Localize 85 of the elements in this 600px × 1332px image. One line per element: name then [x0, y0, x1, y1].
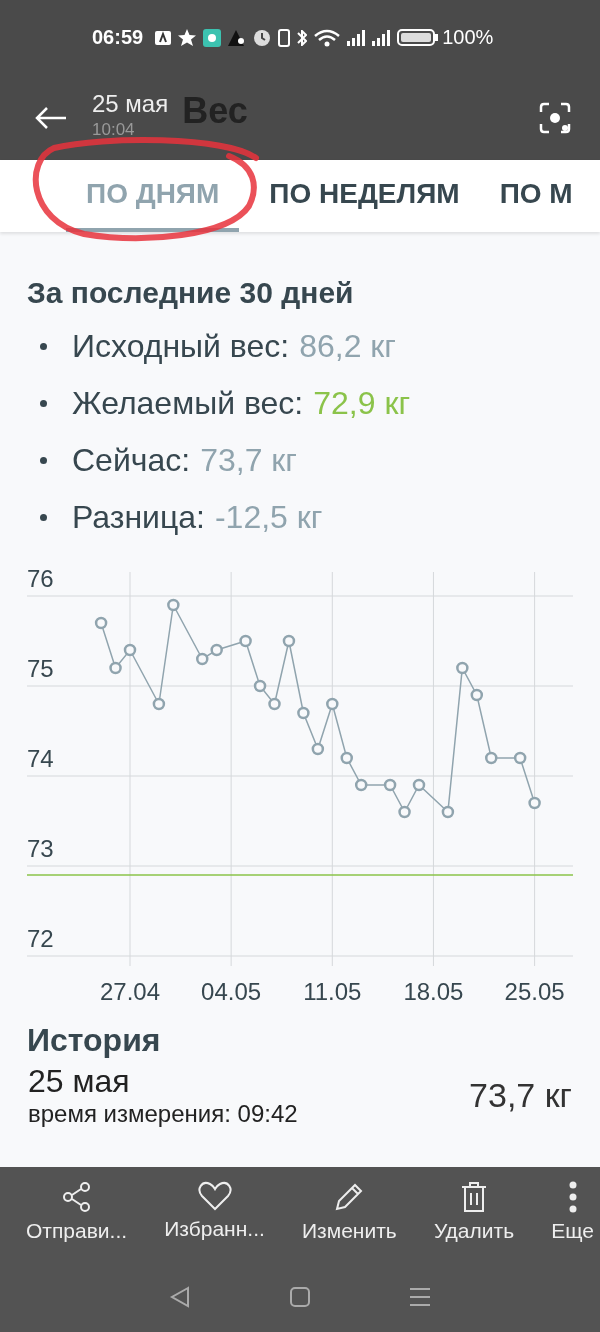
x-axis-label: 18.05 [403, 978, 464, 1005]
data-point [470, 688, 484, 702]
alarm-icon [253, 28, 272, 47]
data-point [311, 742, 325, 756]
data-point [412, 778, 426, 792]
stat-label: Желаемый вес: [72, 385, 304, 422]
y-axis-label: 75 [27, 655, 54, 682]
action-button[interactable]: Еще [551, 1181, 594, 1243]
bullet-dot [40, 514, 47, 521]
data-point [354, 778, 368, 792]
x-axis-label: 04.05 [201, 978, 262, 1005]
data-point [109, 661, 122, 675]
data-point [196, 652, 209, 666]
data-point [528, 796, 541, 810]
entry-weight: 73,7 кг [469, 1076, 572, 1115]
battery-icon [397, 29, 440, 46]
entry-date: 25 мая [28, 1063, 131, 1100]
x-axis-label: 11.05 [303, 978, 362, 1005]
overlay-time: 10:04 [92, 119, 136, 140]
data-point [282, 634, 296, 648]
more-icon [567, 1181, 578, 1213]
back-button[interactable] [34, 104, 68, 131]
x-axis-label: 27.04 [99, 978, 161, 1005]
trash-icon [459, 1181, 489, 1213]
data-point [456, 661, 469, 675]
data-point [268, 697, 281, 711]
y-axis-label: 74 [27, 745, 54, 772]
nav-recents-icon[interactable] [409, 1286, 431, 1308]
x-axis-label: 25.05 [504, 978, 565, 1005]
data-point [326, 697, 339, 711]
action-button[interactable]: Избранн... [164, 1181, 265, 1243]
stat-label: Разница: [72, 499, 205, 536]
wifi-icon [314, 28, 341, 47]
data-point [513, 751, 527, 765]
bullet-dot [40, 343, 47, 350]
warning-icon [228, 29, 247, 46]
stat-label: Сейчас: [72, 442, 191, 479]
entry-time: время измерения: 09:42 [28, 1100, 298, 1128]
history-title: История [27, 1022, 162, 1059]
vibrate-icon [278, 28, 291, 47]
y-axis-label: 76 [27, 568, 54, 592]
heart-icon [197, 1181, 232, 1211]
bullet-dot [40, 457, 47, 464]
star-icon [178, 28, 197, 47]
stat-label: Исходный вес: [72, 328, 290, 365]
period-tab[interactable]: ПО М [489, 160, 583, 232]
action-button[interactable]: Отправи... [26, 1181, 128, 1243]
data-point [398, 805, 411, 819]
stat-value: -12,5 кг [214, 499, 323, 536]
data-point [340, 751, 353, 765]
y-axis-label: 73 [27, 835, 54, 862]
data-point [485, 751, 498, 765]
data-point [152, 697, 166, 711]
bluetooth-icon [297, 29, 308, 46]
data-point [253, 679, 267, 693]
stat-value: 73,7 кг [200, 442, 297, 479]
back-arrow-icon [34, 104, 68, 131]
data-point [167, 598, 180, 612]
signal-icon [347, 29, 366, 46]
nav-back-icon[interactable] [169, 1286, 191, 1308]
data-point [239, 634, 252, 648]
action-button[interactable]: Удалить [433, 1181, 515, 1243]
data-point [383, 778, 397, 792]
share-icon [60, 1181, 93, 1213]
y-axis-label: 72 [27, 925, 54, 952]
data-point [297, 706, 310, 720]
stat-value: 72,9 кг [313, 385, 411, 422]
data-point [441, 805, 455, 819]
scan-icon [538, 100, 572, 135]
message-icon [155, 29, 172, 46]
bullet-dot [40, 400, 47, 407]
scan-button[interactable] [538, 100, 572, 135]
battery-percent: 100% [442, 26, 494, 49]
signal-icon [372, 29, 391, 46]
app-icon [203, 28, 222, 47]
action-button[interactable]: Изменить [302, 1181, 397, 1243]
overlay-date: 25 мая [92, 89, 169, 118]
period-tab[interactable]: ПО НЕДЕЛЯМ [259, 160, 470, 232]
nav-home-icon[interactable] [289, 1286, 311, 1308]
data-point [123, 643, 137, 657]
data-point [210, 643, 223, 657]
status-time: 06:59 [92, 26, 144, 49]
summary-title: За последние 30 дней [27, 276, 355, 310]
stat-value: 86,2 кг [299, 328, 396, 365]
data-point [94, 616, 108, 630]
